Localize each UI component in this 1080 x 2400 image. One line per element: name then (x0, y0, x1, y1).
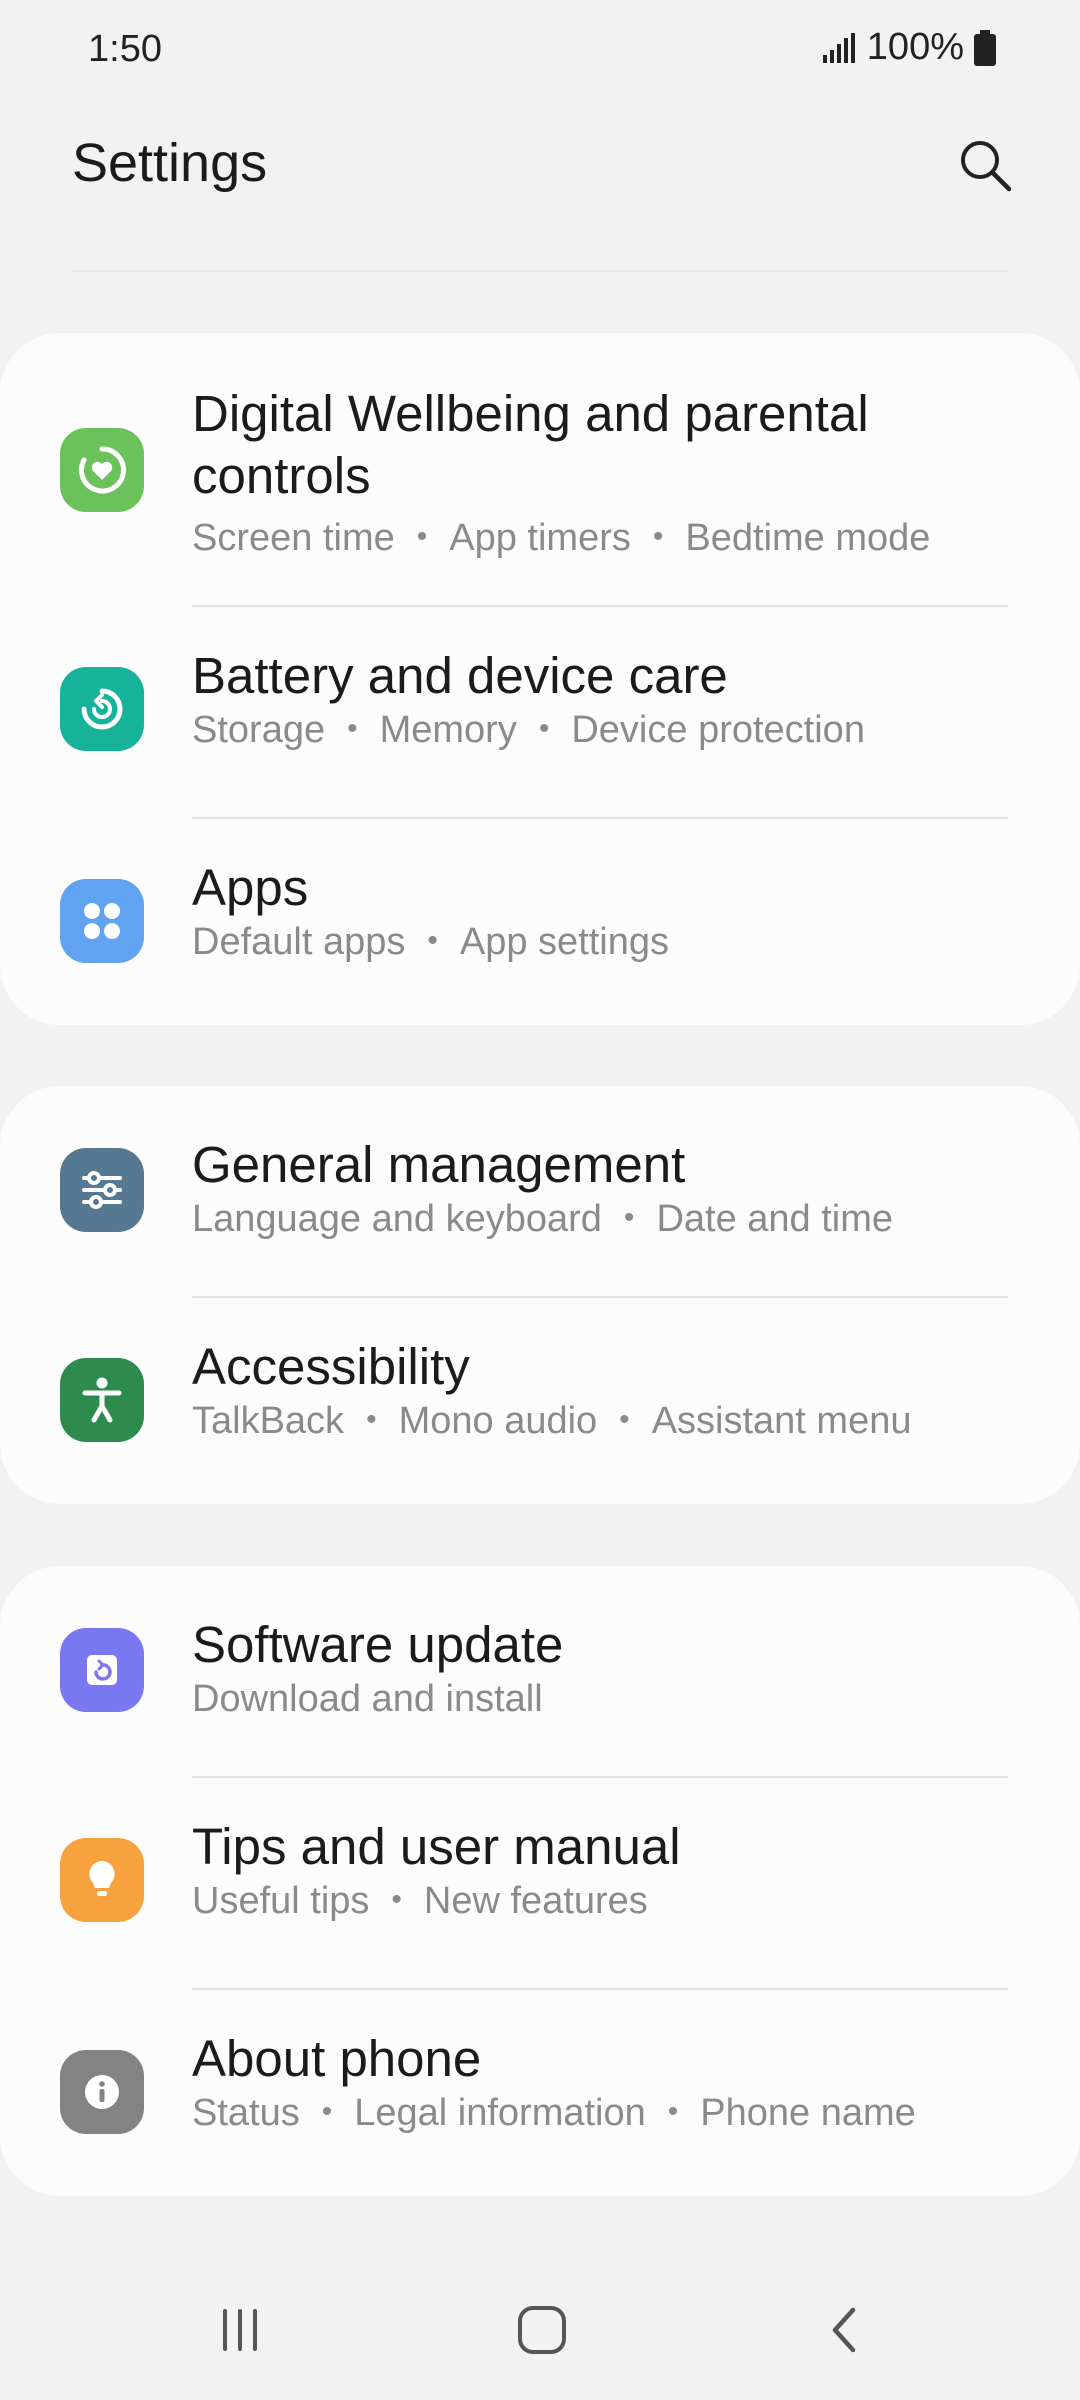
setting-digital-wellbeing[interactable]: Digital Wellbeing and parental controls … (0, 333, 1080, 605)
header-divider (72, 270, 1008, 272)
back-icon (832, 2307, 856, 2353)
navigation-bar (0, 2260, 1080, 2400)
setting-tips-user-manual[interactable]: Tips and user manual Useful tips • New fea… (0, 1778, 1080, 1988)
setting-title: Tips and user manual (192, 1818, 681, 1875)
settings-card-3: Software update Download and install Tip… (0, 1566, 1080, 2196)
home-button[interactable] (472, 2260, 612, 2400)
digital-wellbeing-icon (60, 428, 144, 512)
setting-title: Digital Wellbeing and parental controls (192, 385, 869, 504)
status-time: 1:50 (88, 28, 162, 70)
recents-button[interactable] (170, 2260, 310, 2400)
signal-icon (822, 32, 855, 63)
setting-subtitle: Download and install (192, 1678, 543, 1720)
setting-subtitle: Screen time • App timers • Bedtime mode (192, 517, 931, 559)
setting-title: Software update (192, 1616, 564, 1673)
app-header: Settings (0, 110, 1080, 230)
battery-percent: 100% (866, 26, 964, 68)
general-management-icon (60, 1148, 144, 1232)
setting-title: Apps (192, 859, 309, 916)
tips-bulb-icon (60, 1838, 144, 1922)
software-update-icon (60, 1628, 144, 1712)
search-button[interactable] (950, 130, 1020, 200)
settings-card-2: General management Language and keyboard… (0, 1086, 1080, 1504)
info-icon (60, 2050, 144, 2134)
status-bar: 1:50 100% (0, 0, 1080, 100)
setting-subtitle: TalkBack • Mono audio • Assistant menu (192, 1400, 912, 1442)
setting-software-update[interactable]: Software update Download and install (0, 1566, 1080, 1776)
setting-subtitle: Language and keyboard • Date and time (192, 1198, 894, 1240)
apps-icon (60, 879, 144, 963)
setting-subtitle: Status • Legal information • Phone name (192, 2092, 916, 2134)
back-button[interactable] (775, 2260, 915, 2400)
status-indicators: 100% (822, 26, 996, 69)
setting-title: General management (192, 1136, 686, 1193)
battery-icon (974, 29, 996, 66)
setting-title: Battery and device care (192, 647, 728, 704)
setting-accessibility[interactable]: Accessibility TalkBack • Mono audio • Assist… (0, 1298, 1080, 1504)
setting-title: About phone (192, 2030, 482, 2087)
setting-battery-device-care[interactable]: Battery and device care Storage • Memory • D… (0, 607, 1080, 817)
device-care-icon (60, 667, 144, 751)
page-title: Settings (72, 133, 268, 193)
search-icon (961, 141, 1012, 192)
home-icon (518, 2306, 566, 2354)
setting-title: Accessibility (192, 1338, 470, 1395)
setting-subtitle: Useful tips • New features (192, 1880, 648, 1922)
accessibility-icon (60, 1358, 144, 1442)
settings-card-1: Digital Wellbeing and parental controls … (0, 333, 1080, 1025)
setting-about-phone[interactable]: About phone Status • Legal information • Pho… (0, 1990, 1080, 2196)
setting-apps[interactable]: Apps Default apps • App settings (0, 819, 1080, 1025)
recents-icon (223, 2309, 257, 2351)
setting-subtitle: Default apps • App settings (192, 921, 670, 963)
setting-subtitle: Storage • Memory • Device protection (192, 709, 865, 751)
setting-general-management[interactable]: General management Language and keyboard… (0, 1086, 1080, 1296)
